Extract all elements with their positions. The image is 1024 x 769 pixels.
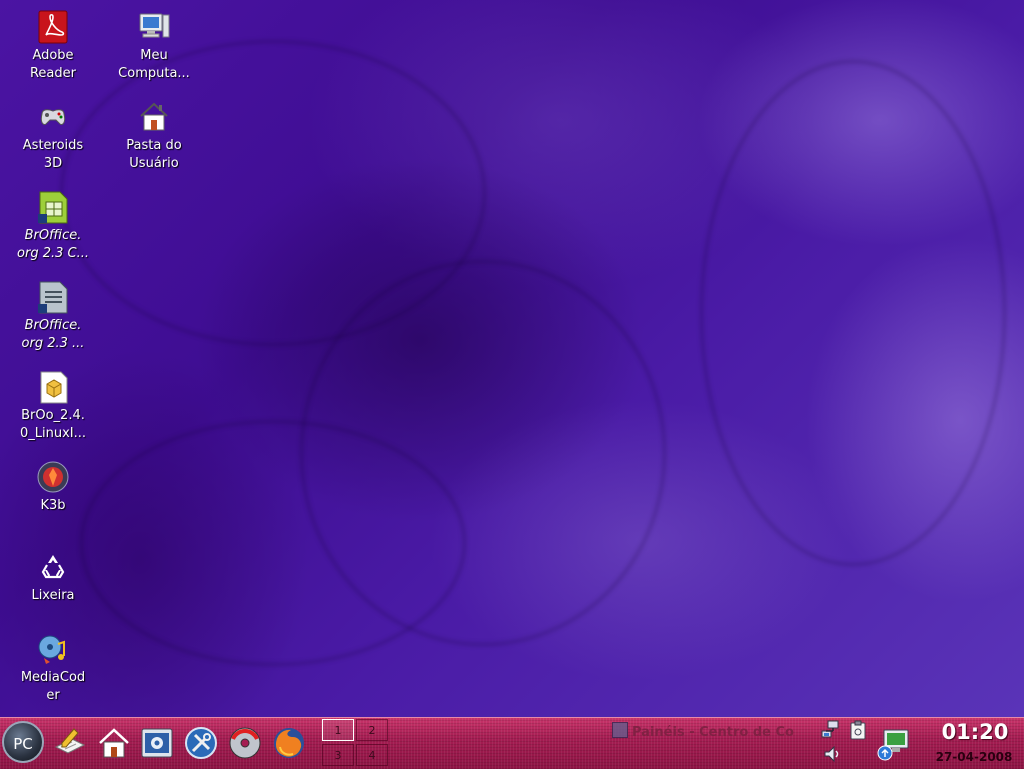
desktop-icon-label: Pasta do Usuário — [126, 138, 182, 171]
gamepad-icon — [40, 109, 66, 125]
document-icon — [38, 281, 68, 314]
notepad-pencil-icon[interactable] — [52, 725, 88, 761]
taskbar: PC 1 2 3 4 Painéis - Centro de Co 01:20 … — [0, 717, 1024, 769]
desktop-icon-label: BrOffice. org 2.3 ... — [21, 318, 85, 351]
computer-icon — [139, 13, 170, 38]
desktop-background[interactable]: Adobe Reader Asteroids 3D BrOffice. org … — [0, 0, 1024, 717]
home-folder-icon — [140, 102, 168, 131]
desktop-icon-label: Lixeira — [31, 588, 75, 603]
pager-desktop-4[interactable]: 4 — [356, 744, 388, 766]
package-icon — [40, 371, 68, 404]
tools-icon[interactable] — [183, 725, 219, 761]
desktop-icon-k3b[interactable]: K3b — [7, 460, 99, 515]
window-icon — [612, 722, 628, 738]
desktop-icon-asteroids-3d[interactable]: Asteroids 3D — [7, 100, 99, 173]
network-icon[interactable] — [820, 720, 844, 740]
control-center-icon[interactable] — [139, 725, 175, 761]
desktop-icon-label: Meu Computa... — [118, 48, 190, 81]
trash-icon — [41, 555, 65, 579]
desktop-icon-pasta-do-usuario[interactable]: Pasta do Usuário — [108, 100, 200, 173]
taskbar-window-title: Painéis - Centro de Co — [632, 725, 794, 740]
clock-date: 27-04-2008 — [935, 750, 1013, 764]
pager-desktop-1[interactable]: 1 — [322, 719, 354, 741]
desktop-icon-adobe-reader[interactable]: Adobe Reader — [7, 10, 99, 83]
firefox-icon[interactable] — [271, 725, 307, 761]
home-icon[interactable] — [96, 725, 132, 761]
desktop-icon-label: Adobe Reader — [29, 48, 76, 81]
desktop-icon-label: BrOo_2.4. 0_LinuxI... — [19, 408, 87, 441]
pdf-icon — [38, 10, 68, 44]
desktop-icon-label: K3b — [40, 498, 66, 513]
update-monitor-icon[interactable] — [876, 726, 912, 762]
pager-desktop-3[interactable]: 3 — [322, 744, 354, 766]
virtual-desktop-pager: 1 2 3 4 — [322, 719, 390, 767]
clock-time[interactable]: 01:20 — [930, 720, 1020, 744]
desktop-icon-lixeira[interactable]: Lixeira — [7, 550, 99, 605]
clipboard-icon[interactable] — [848, 720, 868, 740]
taskbar-window-button[interactable]: Painéis - Centro de Co — [612, 722, 806, 742]
start-menu-button[interactable]: PC — [2, 721, 44, 763]
wallpaper-swirl — [700, 60, 1006, 566]
cd-icon[interactable] — [227, 725, 263, 761]
system-tray — [820, 720, 912, 766]
desktop-icon-label: MediaCod er — [20, 670, 86, 703]
desktop-icon-broffice-calc[interactable]: BrOffice. org 2.3 C... — [7, 190, 99, 263]
desktop-icon-label: Asteroids 3D — [22, 138, 84, 171]
desktop-icon-broffice-writer[interactable]: BrOffice. org 2.3 ... — [7, 280, 99, 353]
desktop-icon-label: BrOffice. org 2.3 C... — [17, 228, 89, 261]
pager-desktop-2[interactable]: 2 — [356, 719, 388, 741]
desktop-icon-broo-package[interactable]: BrOo_2.4. 0_LinuxI... — [7, 370, 99, 443]
wallpaper-swirl — [80, 420, 466, 666]
k3b-icon — [37, 461, 69, 493]
volume-icon[interactable] — [822, 744, 842, 764]
desktop-icon-mediacoder[interactable]: MediaCod er — [7, 632, 99, 705]
media-icon — [38, 635, 65, 664]
desktop-icon-meu-computador[interactable]: Meu Computa... — [108, 10, 200, 83]
spreadsheet-icon — [38, 191, 68, 224]
